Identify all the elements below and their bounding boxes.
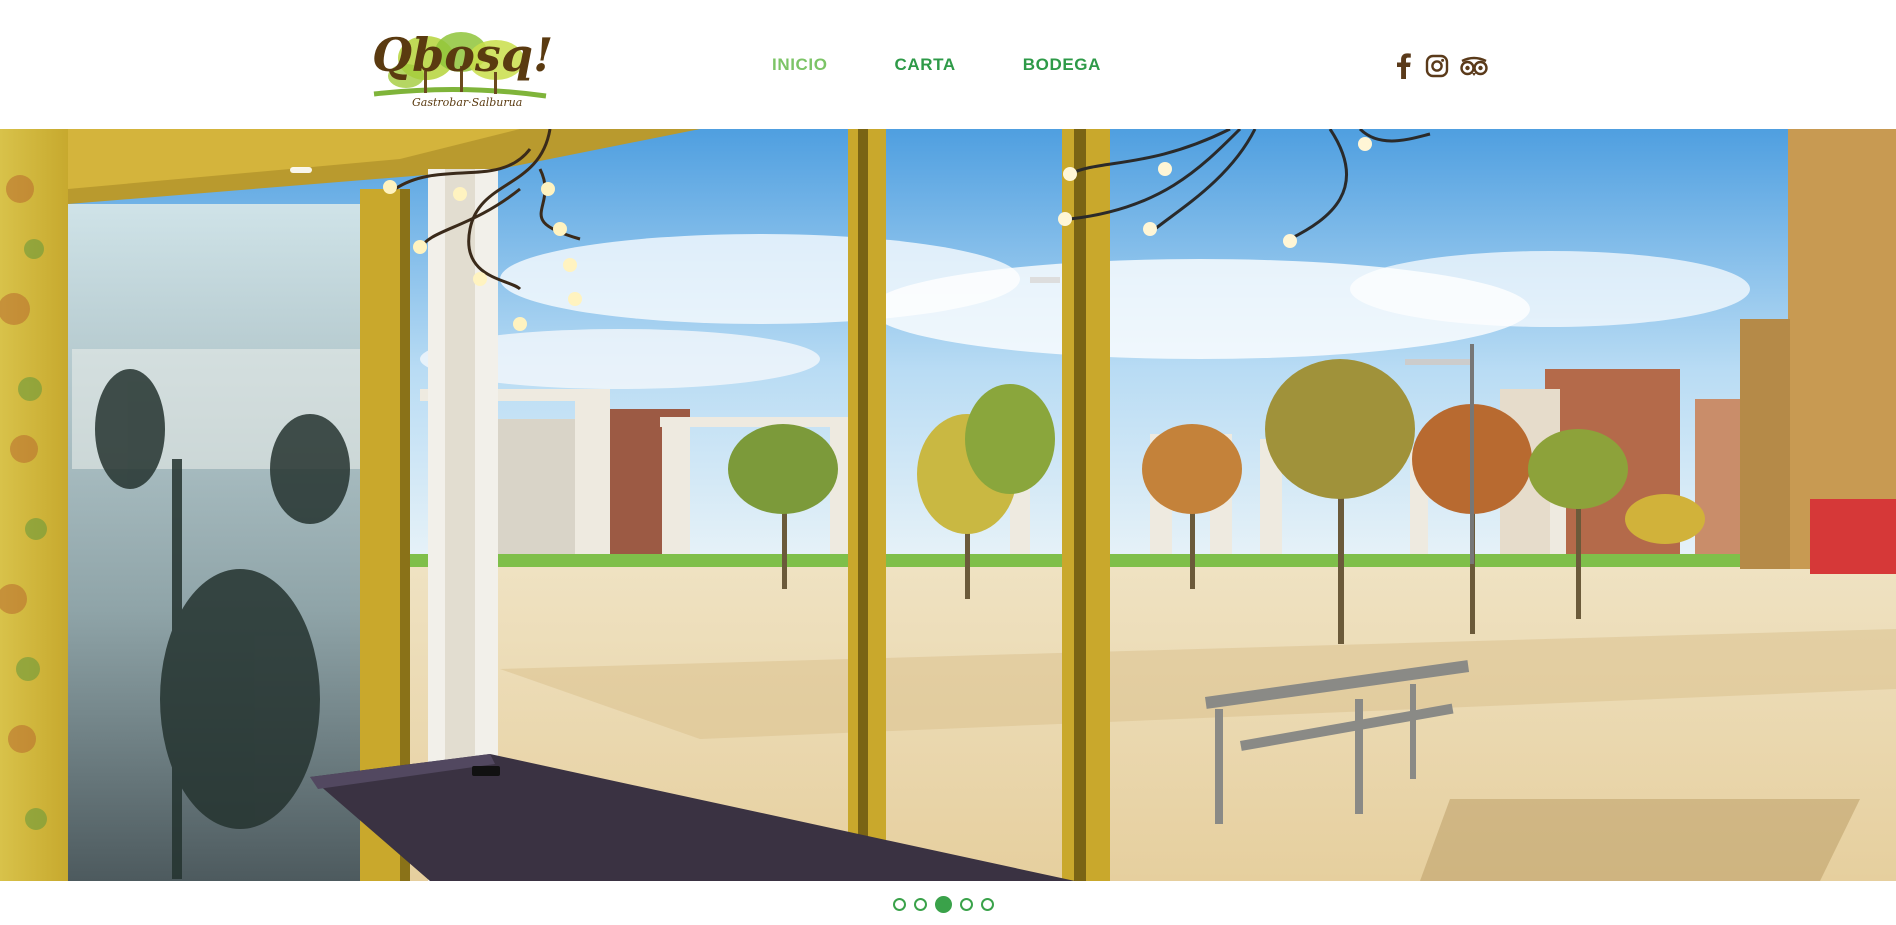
site-logo[interactable]: Qbosq! Gastrobar·Salburua	[366, 16, 556, 112]
slider-dot-2[interactable]	[914, 898, 927, 911]
facebook-icon[interactable]	[1393, 53, 1415, 84]
slider-pagination	[893, 896, 994, 913]
nav-item-carta[interactable]: CARTA	[895, 54, 956, 76]
instagram-icon[interactable]	[1425, 54, 1449, 83]
site-header: Qbosq! Gastrobar·Salburua INICIO CARTA B…	[0, 0, 1896, 129]
hero-slider-image[interactable]	[0, 129, 1896, 881]
main-nav: INICIO CARTA BODEGA	[772, 54, 1168, 76]
slider-dot-4[interactable]	[960, 898, 973, 911]
tripadvisor-icon[interactable]	[1459, 55, 1489, 82]
nav-item-bodega[interactable]: BODEGA	[1023, 54, 1101, 76]
logo-wordmark: Qbosq!	[372, 28, 553, 82]
social-links	[1393, 53, 1489, 84]
slider-dot-5[interactable]	[981, 898, 994, 911]
slider-dot-3[interactable]	[935, 896, 952, 913]
logo-subtitle: Gastrobar·Salburua	[412, 96, 522, 109]
nav-item-inicio[interactable]: INICIO	[772, 54, 828, 76]
slider-dot-1[interactable]	[893, 898, 906, 911]
